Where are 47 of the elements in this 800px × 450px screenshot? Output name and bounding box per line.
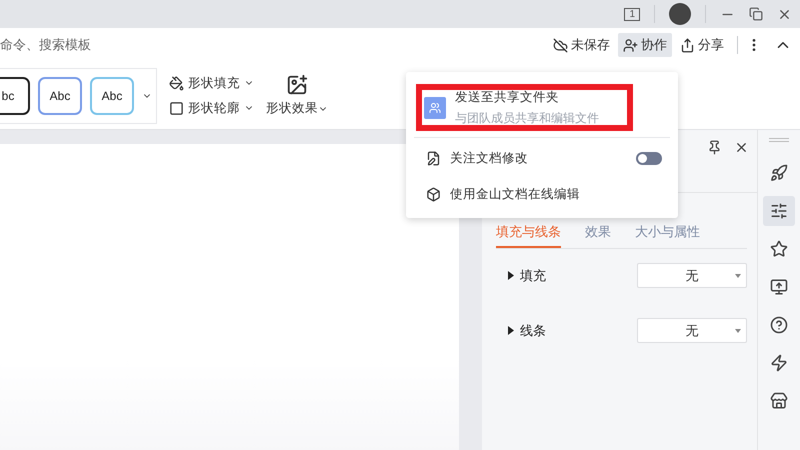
collaborate-button[interactable]: 协作 bbox=[618, 33, 672, 57]
menu-item-title: 关注文档修改 bbox=[450, 150, 528, 166]
dropdown[interactable]: 无 bbox=[637, 263, 747, 288]
grip-icon bbox=[769, 138, 789, 142]
save-status-button[interactable]: 未保存 bbox=[548, 33, 615, 57]
square-icon bbox=[169, 100, 184, 116]
shape-style-card[interactable]: bc bbox=[0, 76, 30, 114]
page-count-badge: 1 bbox=[624, 8, 640, 20]
shape-style-card[interactable]: Abc bbox=[90, 76, 134, 114]
share-button[interactable]: 分享 bbox=[675, 33, 729, 57]
shape-style-card[interactable]: Abc bbox=[38, 76, 82, 114]
search-hint: 命令、搜索模板 bbox=[0, 36, 92, 54]
menu-item[interactable]: 使用金山文档在线编辑 bbox=[406, 178, 678, 210]
bolt-icon bbox=[770, 354, 788, 372]
shared-folder-icon bbox=[424, 96, 446, 118]
shape-effects-button[interactable]: 形状效果 bbox=[260, 73, 334, 118]
triangle-icon bbox=[508, 326, 514, 335]
menu-item-title: 使用金山文档在线编辑 bbox=[450, 186, 580, 202]
star-icon bbox=[770, 240, 788, 258]
close-icon[interactable] bbox=[734, 140, 749, 155]
cloud-icon bbox=[553, 38, 568, 52]
pin-icon[interactable] bbox=[707, 140, 722, 155]
paint-bucket-icon bbox=[169, 76, 184, 90]
section-toggle[interactable]: 线条 bbox=[508, 322, 546, 340]
menu-item[interactable]: 关注文档修改 bbox=[406, 138, 678, 178]
section-toggle[interactable]: 填充 bbox=[508, 266, 546, 284]
toggle-switch[interactable] bbox=[636, 152, 662, 164]
sidebar-button[interactable] bbox=[763, 196, 795, 226]
sliders-icon bbox=[770, 202, 788, 220]
shape-tool-button[interactable]: 形状轮廓 bbox=[169, 100, 254, 116]
document-edit-icon bbox=[426, 150, 441, 166]
menu-item-subtitle: 与团队成员共享和编辑文件 bbox=[455, 110, 599, 126]
help-icon bbox=[770, 316, 788, 334]
cube-icon bbox=[426, 186, 441, 202]
shape-tool-button[interactable]: 形状填充 bbox=[169, 74, 254, 92]
menu-item[interactable]: 发送至共享文件夹 与团队成员共享和编辑文件 bbox=[406, 84, 678, 131]
user-plus-icon bbox=[623, 38, 638, 52]
share-icon bbox=[680, 38, 695, 52]
rocket-icon bbox=[770, 164, 788, 182]
triangle-icon bbox=[508, 271, 514, 280]
menu-item-title: 发送至共享文件夹 bbox=[455, 88, 560, 106]
avatar[interactable] bbox=[669, 3, 691, 25]
dropdown[interactable]: 无 bbox=[637, 318, 747, 343]
shape-effects-label: 形状效果 bbox=[266, 100, 318, 117]
screen-icon bbox=[770, 278, 788, 296]
restore-icon[interactable] bbox=[749, 7, 763, 21]
store-icon bbox=[770, 392, 788, 410]
